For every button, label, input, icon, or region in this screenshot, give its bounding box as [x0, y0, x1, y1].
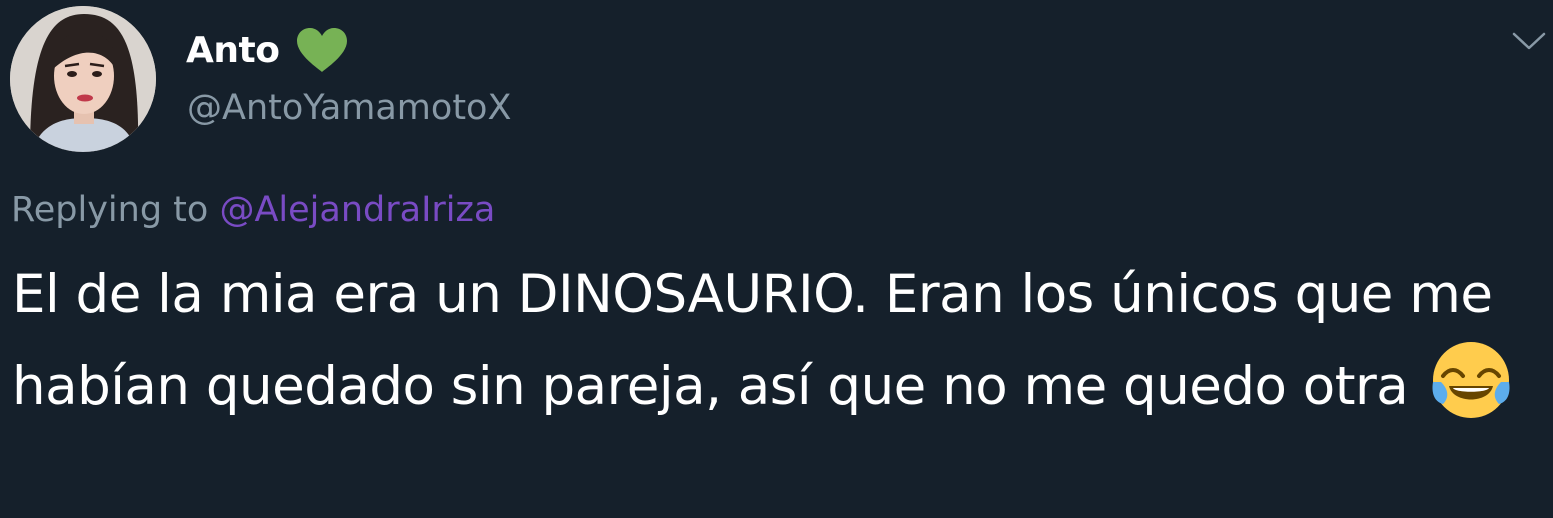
- author-name-row: Anto: [186, 22, 349, 78]
- tweet-body: El de la mia era un DINOSAURIO. Eran los…: [12, 264, 1493, 417]
- tweet: Anto @AntoYamamotoX Replying to @Alejand…: [0, 0, 1553, 518]
- avatar-photo: [10, 6, 156, 152]
- author-handle[interactable]: @AntoYamamotoX: [187, 88, 511, 128]
- reply-context: Replying to @AlejandraIriza: [11, 190, 495, 230]
- green-heart-icon: [295, 26, 349, 74]
- reply-mention-link[interactable]: @AlejandraIriza: [219, 190, 495, 230]
- chevron-down-icon[interactable]: [1511, 26, 1547, 56]
- reply-context-prefix: Replying to: [11, 190, 209, 230]
- tweet-text: El de la mia era un DINOSAURIO. Eran los…: [12, 252, 1547, 430]
- avatar[interactable]: [10, 6, 156, 152]
- display-name[interactable]: Anto: [186, 30, 280, 71]
- face-with-tears-of-joy-icon: [1429, 338, 1513, 422]
